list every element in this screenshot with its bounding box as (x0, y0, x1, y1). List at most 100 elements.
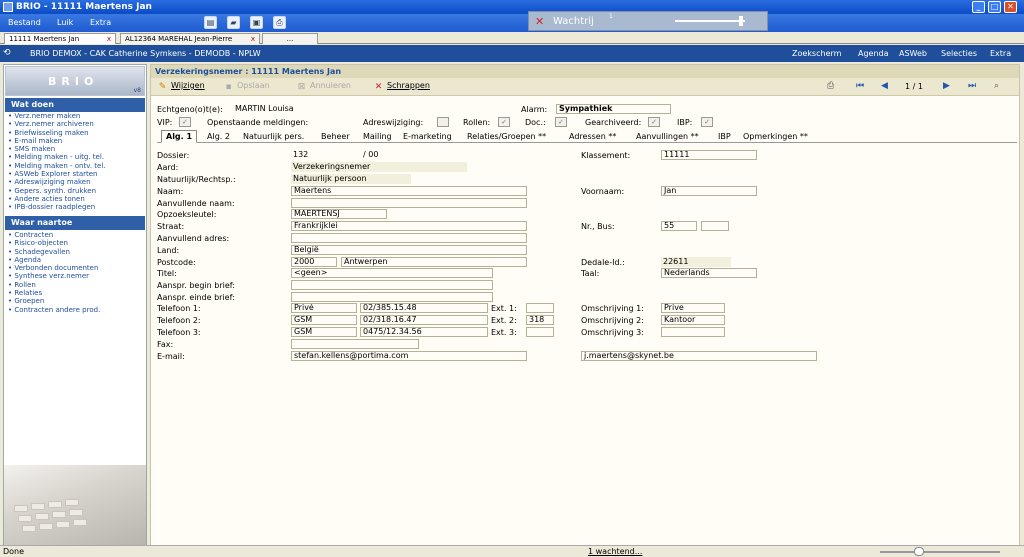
sidebar-item[interactable]: • Briefwisseling maken (8, 129, 106, 137)
nav-extra[interactable]: Extra (990, 49, 1011, 58)
tab-alg-1[interactable]: Alg. 1 (161, 130, 198, 143)
nav-asweb[interactable]: ASWeb (899, 49, 927, 58)
menu-luik[interactable]: Luik (57, 18, 73, 27)
last-page-icon[interactable]: ⏭ (968, 81, 976, 91)
tel1-type-select[interactable]: Privé (291, 303, 357, 313)
nr-field[interactable]: 55 (661, 221, 697, 231)
ibp-checkbox[interactable]: ✓ (701, 117, 713, 127)
voornaam-field[interactable]: Jan (661, 186, 757, 196)
sidebar-item[interactable]: • Groepen (8, 297, 100, 305)
schrappen-button[interactable]: ✕ Schrappen (373, 81, 430, 93)
sidebar-item[interactable]: • Melding maken - uitg. tel. (8, 153, 106, 161)
doc-tab-maertens[interactable]: 11111 Maertens Jan x (4, 33, 116, 44)
close-tab-icon[interactable]: x (107, 35, 111, 43)
oms3-field[interactable] (661, 327, 725, 337)
ext3-field[interactable] (526, 327, 554, 337)
maximize-button[interactable]: □ (988, 1, 1001, 13)
sidebar-item[interactable]: • IPB-dossier raadplegen (8, 203, 106, 211)
ext1-field[interactable] (526, 303, 554, 313)
zoom-slider-handle[interactable] (914, 547, 924, 556)
begin-brief-field[interactable] (291, 280, 493, 290)
status-queue[interactable]: 1 wachtend... (588, 547, 642, 556)
doc-checkbox[interactable]: ✓ (555, 117, 567, 127)
tab-e-marketing[interactable]: E-marketing (403, 132, 452, 141)
back-icon[interactable]: ⟲ (3, 48, 11, 58)
gearchiveerd-checkbox[interactable]: ✓ (648, 117, 660, 127)
tab-adressen[interactable]: Adressen ** (569, 132, 616, 141)
opslaan-button[interactable]: ▪ Opslaan (223, 81, 269, 93)
oms2-field[interactable]: Kantoor (661, 315, 725, 325)
print-icon[interactable]: ⎙ (827, 81, 834, 91)
sidebar-item[interactable]: • Risico-objecten (8, 239, 100, 247)
tab-alg-2[interactable]: Alg. 2 (207, 132, 230, 141)
sidebar-item[interactable]: • SMS maken (8, 145, 106, 153)
straat-field[interactable]: Frankrijklei (291, 221, 527, 231)
vip-checkbox[interactable]: ✓ (179, 117, 191, 127)
tab-ibp[interactable]: IBP (718, 132, 731, 141)
nav-agenda[interactable]: Agenda (858, 49, 889, 58)
tel1-number-field[interactable]: 02/385.15.48 (360, 303, 488, 313)
tel3-type-select[interactable]: GSM (291, 327, 357, 337)
tel2-type-select[interactable]: GSM (291, 315, 357, 325)
first-page-icon[interactable]: ⏮ (856, 81, 864, 91)
next-page-icon[interactable]: ▶ (943, 81, 950, 91)
klassement-field[interactable]: 11111 (661, 150, 757, 160)
email-field-2[interactable]: j.maertens@skynet.be (581, 351, 817, 361)
tab-relaties-groepen[interactable]: Relaties/Groepen ** (467, 132, 546, 141)
tab-mailing[interactable]: Mailing (363, 132, 392, 141)
close-button[interactable]: ✕ (1004, 1, 1017, 13)
sidebar-item[interactable]: • Gepers. synth. drukken (8, 187, 106, 195)
aanvullende-naam-field[interactable] (291, 198, 527, 208)
note-icon[interactable]: ▤ (204, 16, 217, 29)
search-icon[interactable]: ⌕ (994, 81, 999, 91)
tab-natuurlijk-pers[interactable]: Natuurlijk pers. (243, 132, 304, 141)
sidebar-item[interactable]: • Contracten (8, 231, 100, 239)
sidebar-item[interactable]: • Andere acties tonen (8, 195, 106, 203)
annuleren-button[interactable]: ⊠ Annuleren (296, 81, 351, 93)
sidebar-item[interactable]: • Relaties (8, 289, 100, 297)
sidebar-item[interactable]: • Melding maken - ontv. tel. (8, 162, 106, 170)
naam-field[interactable]: Maertens (291, 186, 527, 196)
sidebar-item[interactable]: • Rollen (8, 281, 100, 289)
tab-beheer[interactable]: Beheer (321, 132, 350, 141)
menu-bestand[interactable]: Bestand (8, 18, 41, 27)
printer-icon[interactable]: ⎙ (273, 16, 286, 29)
email-field-1[interactable]: stefan.kellens@portima.com (291, 351, 527, 361)
sidebar-item[interactable]: • Verz.nemer maken (8, 112, 106, 120)
menu-extra[interactable]: Extra (90, 18, 111, 27)
image-icon[interactable]: ▣ (250, 16, 263, 29)
doc-tab-marechal[interactable]: AL12364 MAREHAL Jean-Pierre x (120, 33, 260, 44)
queue-panel[interactable]: ✕ Wachtrij 1 (528, 11, 768, 31)
bus-field[interactable] (701, 221, 729, 231)
einde-brief-field[interactable] (291, 292, 493, 302)
taal-select[interactable]: Nederlands (661, 268, 757, 278)
sidebar-item[interactable]: • Contracten andere prod. (8, 306, 100, 314)
queue-slider-handle[interactable] (739, 16, 743, 26)
sidebar-item[interactable]: • Verz.nemer archiveren (8, 120, 106, 128)
nav-zoekscherm[interactable]: Zoekscherm (792, 49, 841, 58)
close-tab-icon[interactable]: x (251, 35, 255, 43)
wijzigen-button[interactable]: ✎ Wijzigen (157, 81, 205, 93)
gemeente-field[interactable]: Antwerpen (341, 257, 527, 267)
adreswijziging-checkbox[interactable] (437, 117, 449, 127)
tab-opmerkingen[interactable]: Opmerkingen ** (743, 132, 808, 141)
sidebar-item[interactable]: • Synthese verz.nemer (8, 272, 100, 280)
queue-slider-track[interactable] (675, 20, 745, 22)
sidebar-item[interactable]: • ASWeb Explorer starten (8, 170, 106, 178)
nav-selecties[interactable]: Selecties (941, 49, 977, 58)
doc-tab-more[interactable]: ... (262, 33, 318, 44)
ext2-field[interactable]: 318 (526, 315, 554, 325)
folder-icon[interactable]: ▰ (227, 16, 240, 29)
postcode-field[interactable]: 2000 (291, 257, 337, 267)
rollen-checkbox[interactable]: ✓ (498, 117, 510, 127)
tel3-number-field[interactable]: 0475/12.34.56 (360, 327, 488, 337)
tab-aanvullingen[interactable]: Aanvullingen ** (636, 132, 699, 141)
aanvullend-adres-field[interactable] (291, 233, 527, 243)
land-field[interactable]: België (291, 245, 527, 255)
sidebar-item[interactable]: • Schadegevallen (8, 248, 100, 256)
minimize-button[interactable]: _ (972, 1, 985, 13)
prev-page-icon[interactable]: ◀ (881, 81, 888, 91)
oms1-field[interactable]: Prive (661, 303, 725, 313)
sidebar-item[interactable]: • Agenda (8, 256, 100, 264)
sidebar-item[interactable]: • Adreswijziging maken (8, 178, 106, 186)
